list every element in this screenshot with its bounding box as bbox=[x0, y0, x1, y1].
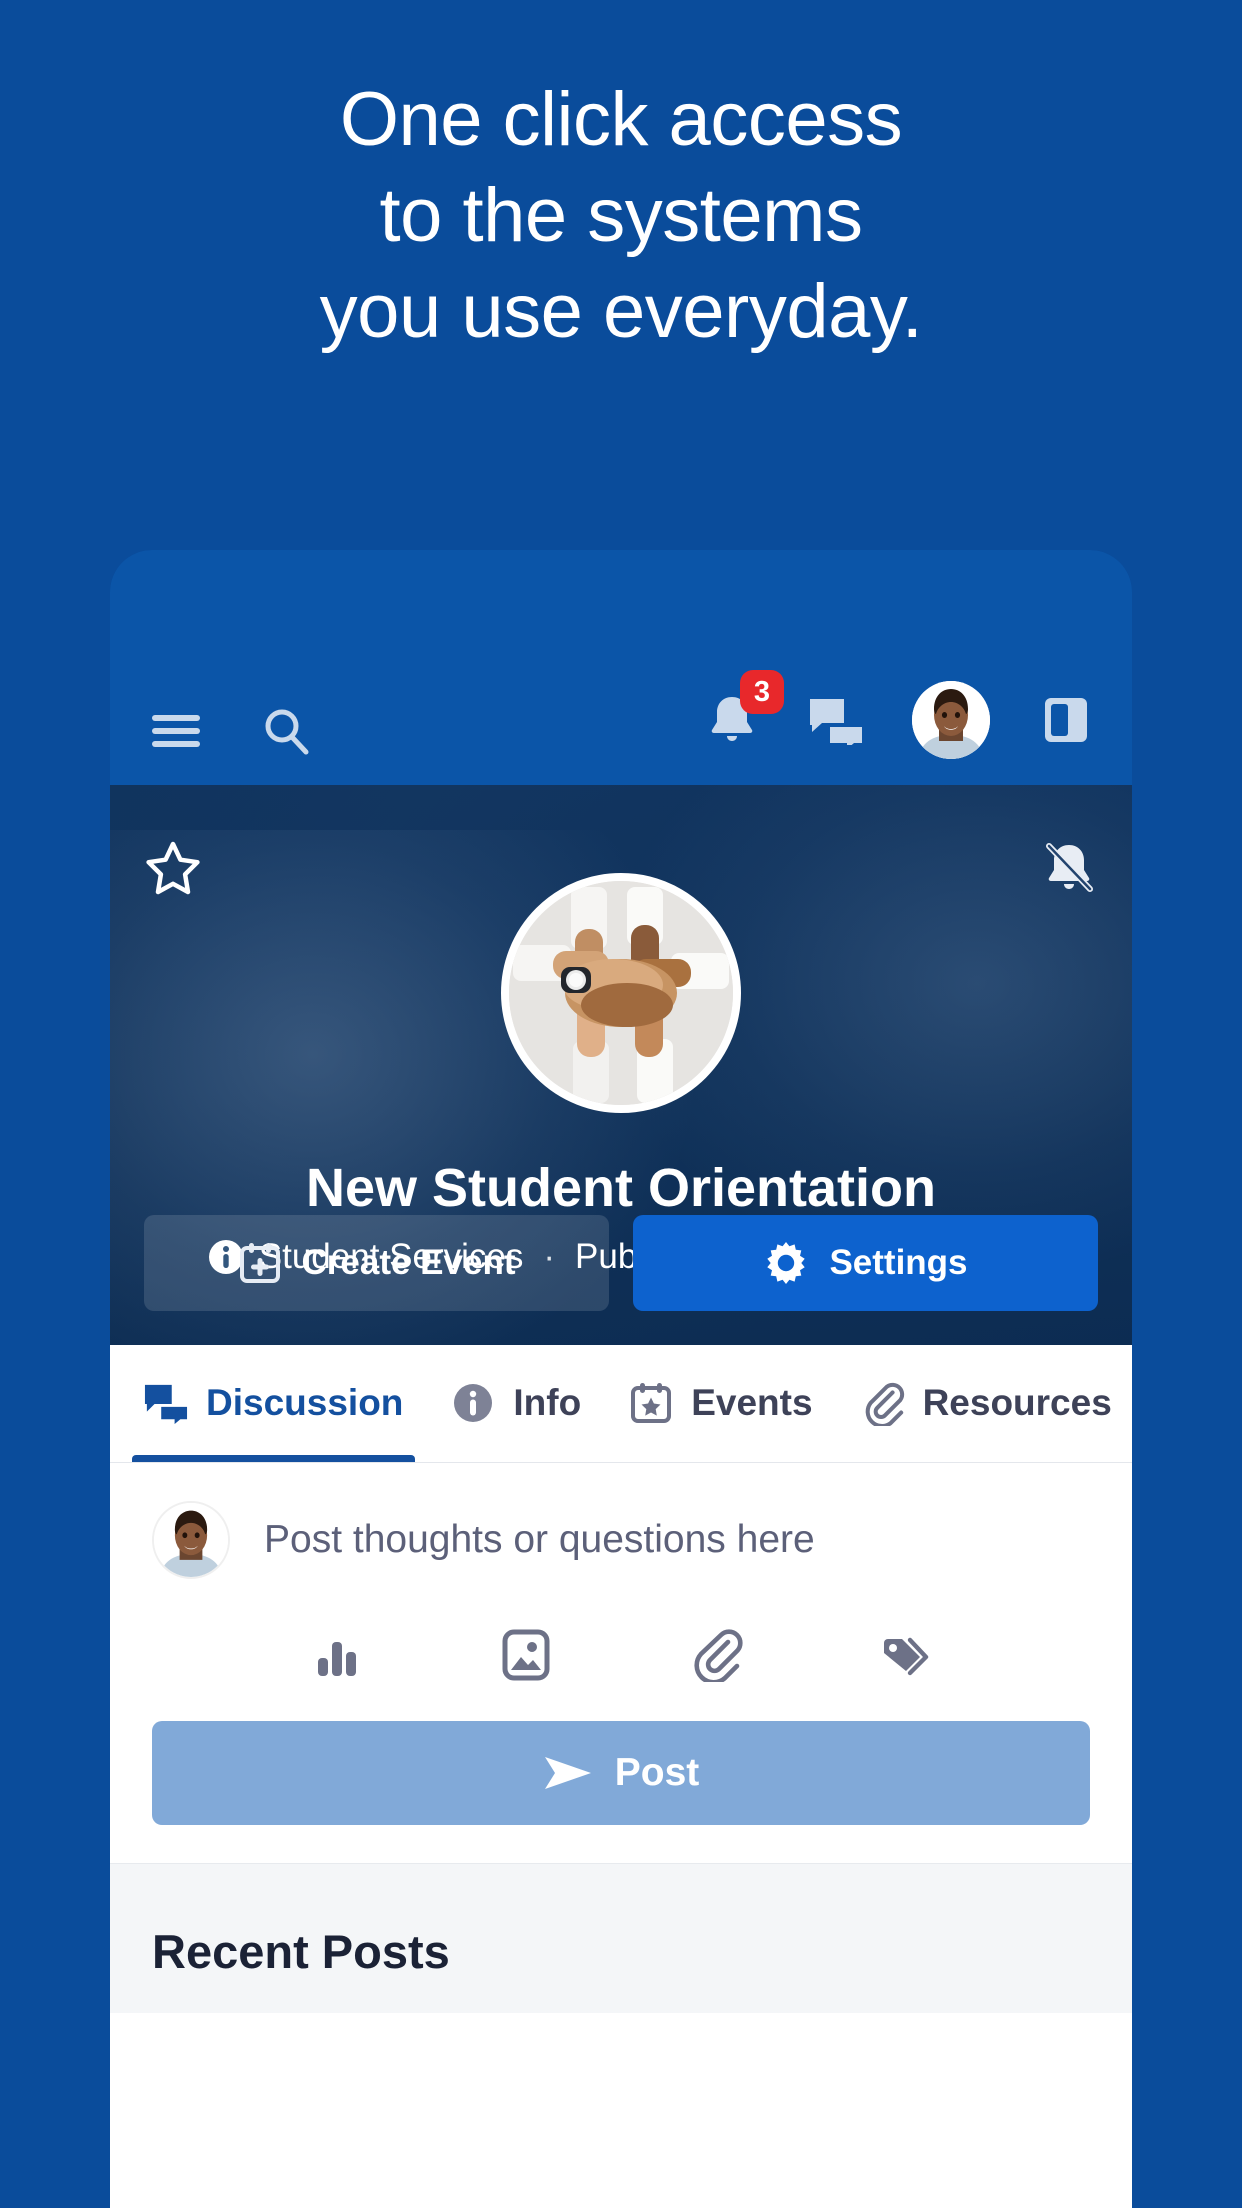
tab-info-label: Info bbox=[513, 1382, 582, 1423]
search-icon[interactable] bbox=[258, 703, 314, 759]
star-outline-icon[interactable] bbox=[142, 837, 204, 899]
info-circle-icon bbox=[451, 1381, 495, 1425]
paperclip-icon[interactable] bbox=[684, 1623, 748, 1687]
group-hero-banner: New Student Orientation Student Services… bbox=[110, 785, 1132, 1345]
post-input[interactable] bbox=[264, 1518, 1090, 1562]
post-composer: Post bbox=[110, 1463, 1132, 1825]
group-tabs: Discussion Info Events Resources bbox=[110, 1345, 1132, 1463]
recent-posts-section: Recent Posts bbox=[110, 1863, 1132, 2013]
group-hands-photo bbox=[501, 873, 741, 1113]
group-action-buttons: Create Event Settings bbox=[110, 1215, 1132, 1345]
avatar[interactable] bbox=[152, 1501, 230, 1579]
post-button-label: Post bbox=[614, 1751, 700, 1794]
create-event-button[interactable]: Create Event bbox=[144, 1215, 609, 1311]
tab-events[interactable]: Events bbox=[605, 1345, 836, 1462]
hamburger-menu-icon[interactable] bbox=[148, 703, 204, 759]
recent-posts-title: Recent Posts bbox=[152, 1925, 450, 1978]
chat-bubbles-icon[interactable] bbox=[808, 692, 864, 748]
side-panel-icon[interactable] bbox=[1038, 692, 1094, 748]
app-toolbar: 3 bbox=[110, 550, 1132, 785]
group-content-card: Discussion Info Events Resources Post th… bbox=[110, 1345, 1132, 2208]
composer-tool-row bbox=[152, 1579, 1090, 1697]
notification-badge: 3 bbox=[740, 670, 784, 714]
calendar-star-icon bbox=[629, 1381, 673, 1425]
headline-line-1: One click access bbox=[339, 77, 903, 162]
tag-icon[interactable] bbox=[873, 1623, 937, 1687]
avatar[interactable] bbox=[912, 681, 990, 759]
create-event-label: Create Event bbox=[301, 1243, 516, 1282]
composer-input-row bbox=[152, 1501, 1090, 1579]
send-icon bbox=[543, 1755, 593, 1791]
tab-info[interactable]: Info bbox=[427, 1345, 605, 1462]
poll-icon[interactable] bbox=[305, 1623, 369, 1687]
headline-line-3: you use everyday. bbox=[319, 269, 923, 354]
headline-line-2: to the systems bbox=[379, 173, 863, 258]
settings-button[interactable]: Settings bbox=[633, 1215, 1098, 1311]
tab-discussion[interactable]: Discussion bbox=[120, 1345, 427, 1462]
promo-screenshot: One click access to the systems you use … bbox=[0, 0, 1242, 2208]
page-title: One click access to the systems you use … bbox=[0, 72, 1242, 360]
bell-icon[interactable]: 3 bbox=[704, 670, 784, 748]
tab-resources-label: Resources bbox=[922, 1382, 1112, 1423]
tab-discussion-label: Discussion bbox=[206, 1382, 404, 1423]
phone-mockup: 3 New Student Orientation Student Servic… bbox=[110, 550, 1132, 2208]
tab-events-label: Events bbox=[691, 1382, 813, 1423]
chat-bubbles-icon bbox=[144, 1381, 188, 1425]
calendar-plus-icon bbox=[238, 1241, 282, 1285]
settings-label: Settings bbox=[829, 1243, 968, 1282]
post-button[interactable]: Post bbox=[152, 1721, 1090, 1825]
bell-off-icon[interactable] bbox=[1038, 837, 1100, 899]
tab-resources[interactable]: Resources bbox=[837, 1345, 1132, 1462]
toolbar-left-group bbox=[148, 703, 314, 759]
group-name: New Student Orientation bbox=[305, 1158, 937, 1218]
paperclip-icon bbox=[861, 1381, 905, 1426]
toolbar-right-group: 3 bbox=[704, 670, 1094, 759]
gear-icon bbox=[763, 1240, 809, 1286]
image-icon[interactable] bbox=[494, 1623, 558, 1687]
